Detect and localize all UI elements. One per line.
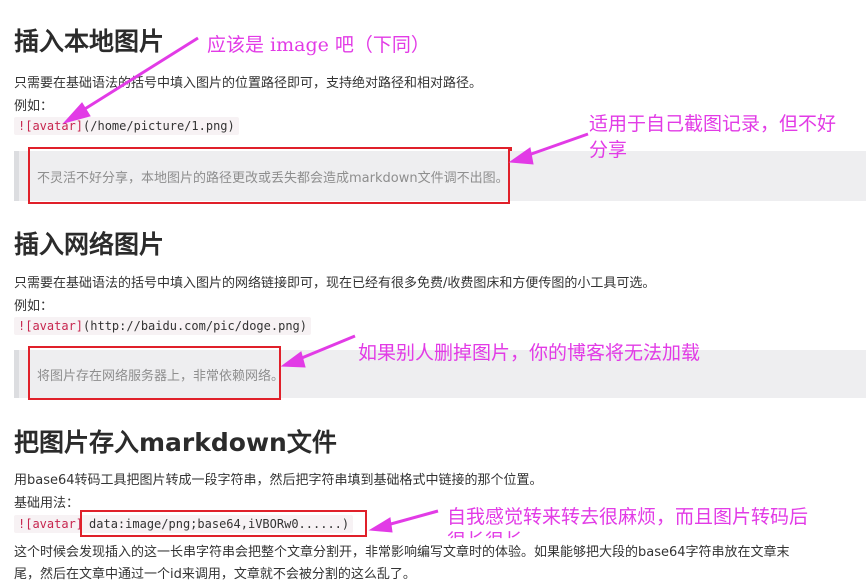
code-marker: ![avatar] — [18, 319, 84, 333]
annotation-local-note: 适用于自己截图记录，但不好 — [589, 113, 837, 135]
section-heading-embed-image: 把图片存入markdown文件 — [14, 428, 337, 457]
code-url: (http://baidu.com/pic/doge.png) — [83, 319, 307, 333]
highlight-box-quote-1 — [28, 147, 510, 204]
arrow-to-base64-head — [368, 517, 393, 533]
code-marker: ![avatar] — [18, 517, 84, 531]
section-description: 用base64转码工具把图片转成一段字符串，然后把字符串填到基础格式中链接的那个… — [14, 473, 543, 488]
highlight-box-quote-2 — [28, 346, 281, 400]
annotation-image-note: 应该是 image 吧（下同） — [207, 34, 430, 56]
section-description: 只需要在基础语法的括号中填入图片的网络链接即可，现在已经有很多免费/收费图床和方… — [14, 276, 656, 291]
arrow-to-base64 — [379, 509, 439, 529]
example-label: 例如： — [14, 299, 54, 314]
body-text-line: 尾，然后在文章中通过一个id来调用，文章就不会被分割的这么乱了。 — [14, 567, 416, 582]
section-description: 只需要在基础语法的括号中填入图片的位置路径即可，支持绝对路径和相对路径。 — [14, 76, 483, 91]
body-text-line: 这个时候会发现插入的这一长串字符串会把整个文章分割开，非常影响编写文章时的体验。… — [14, 545, 790, 560]
annotation-network-note: 如果别人删掉图片，你的博客将无法加载 — [358, 342, 701, 364]
code-path: (/home/picture/1.png) — [83, 119, 235, 133]
usage-label: 基础用法： — [14, 496, 80, 511]
section-heading-local-image: 插入本地图片 — [14, 27, 165, 56]
annotation-local-note-line2: 分享 — [589, 139, 628, 161]
example-label: 例如： — [14, 99, 54, 114]
code-snippet: ![avatar](/home/picture/1.png) — [14, 117, 239, 135]
code-snippet: ![avatar](http://baidu.com/pic/doge.png) — [14, 317, 311, 335]
code-marker: ![avatar] — [18, 119, 84, 133]
section-heading-network-image: 插入网络图片 — [14, 230, 165, 259]
annotation-base64-note: 自我感觉转来转去很麻烦，而且图片转码后 — [447, 506, 809, 528]
highlight-box-base64 — [80, 510, 367, 537]
